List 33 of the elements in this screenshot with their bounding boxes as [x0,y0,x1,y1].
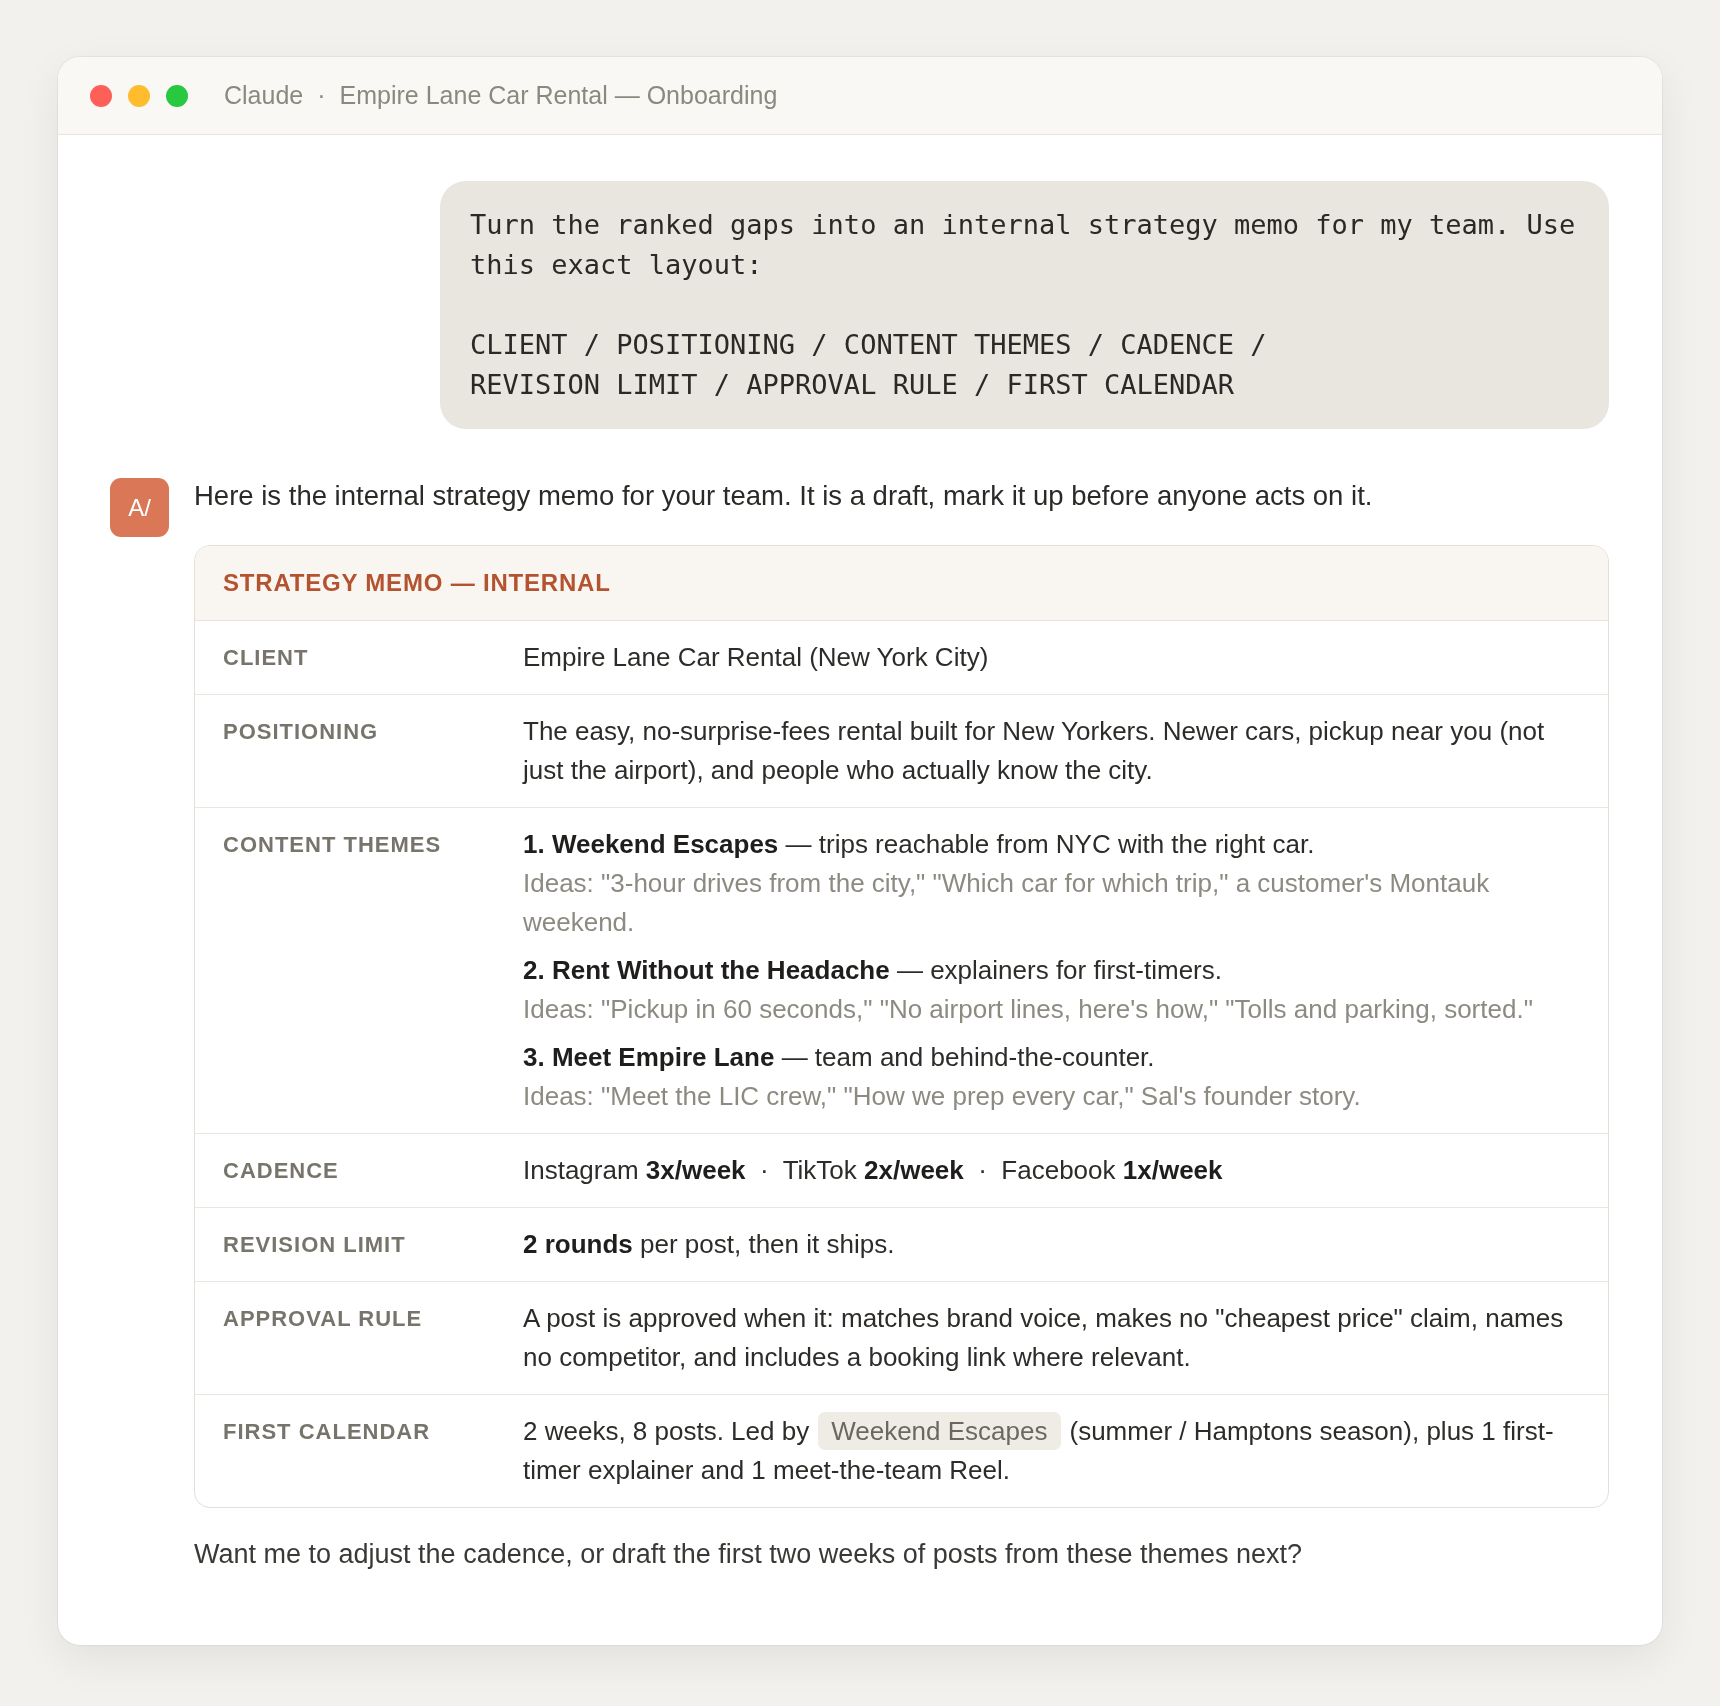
theme-tag: Weekend Escapes [818,1412,1061,1450]
row-value: Empire Lane Car Rental (New York City) [523,641,990,674]
row-value: The easy, no-surprise-fees rental built for New Yorkers. Newer cars, pickup near you (not just the airport), and people who actually know the city. [523,715,1546,787]
title-separator: · [317,81,326,110]
user-message-text: REVISION LIMIT / APPROVAL RULE / FIRST CALENDAR [470,368,1235,402]
row-label: CONTENT THEMES [223,831,443,859]
window-title: Empire Lane Car Rental — Onboarding [339,81,778,110]
row-label: CLIENT [223,644,310,672]
row-value: A post is approved when it: matches brand voice, makes no "cheapest price" claim, names no competitor, and includes a booking link where relevant. [523,1302,1565,1374]
row-value: 2 weeks, 8 posts. Led by Weekend Escapes (summer / Hamptons season), plus 1 first-timer explainer and 1 meet-the-team Reel. [523,1412,1588,1490]
theme-ideas: Ideas: "Pickup in 60 seconds," "No airport lines, here's how," "Tolls and parking, sorted." [523,993,1534,1026]
row-label: CADENCE [223,1157,340,1185]
assistant-message-text: Want me to adjust the cadence, or draft the first two weeks of posts from these themes next? [194,1538,1304,1571]
user-message-text: CLIENT / POSITIONING / CONTENT THEMES / CADENCE / [470,328,1268,362]
theme-heading: 1. Weekend Escapes — trips reachable from NYC with the right car. [523,828,1316,861]
user-message-text: Turn the ranked gaps into an internal strategy memo for my team. Use this exact layout: [470,208,1577,282]
row-label: APPROVAL RULE [223,1305,424,1333]
row-label: POSITIONING [223,718,380,746]
row-label: FIRST CALENDAR [223,1418,432,1446]
close-icon[interactable] [90,84,112,107]
theme-ideas: Ideas: "Meet the LIC crew," "How we prep every car," Sal's founder story. [523,1080,1362,1113]
memo-title: STRATEGY MEMO — INTERNAL [223,569,611,597]
assistant-avatar: A/ [110,478,169,537]
minimize-icon[interactable] [128,84,150,107]
zoom-icon[interactable] [166,84,188,107]
assistant-message-text: Here is the internal strategy memo for your team. It is a draft, mark it up before anyone acts on it. [194,479,1374,513]
theme-heading: 2. Rent Without the Headache — explainers for first-timers. [523,954,1223,987]
app-name: Claude [224,81,304,110]
theme-heading: 3. Meet Empire Lane — team and behind-the-counter. [523,1041,1156,1074]
row-label: REVISION LIMIT [223,1231,407,1259]
row-value: 2 rounds per post, then it ships. [523,1228,896,1261]
row-value: Instagram 3x/week · TikTok 2x/week · Facebook 1x/week [523,1154,1224,1187]
theme-ideas: Ideas: "3-hour drives from the city," "Which car for which trip," a customer's Montauk weekend. [523,867,1491,939]
